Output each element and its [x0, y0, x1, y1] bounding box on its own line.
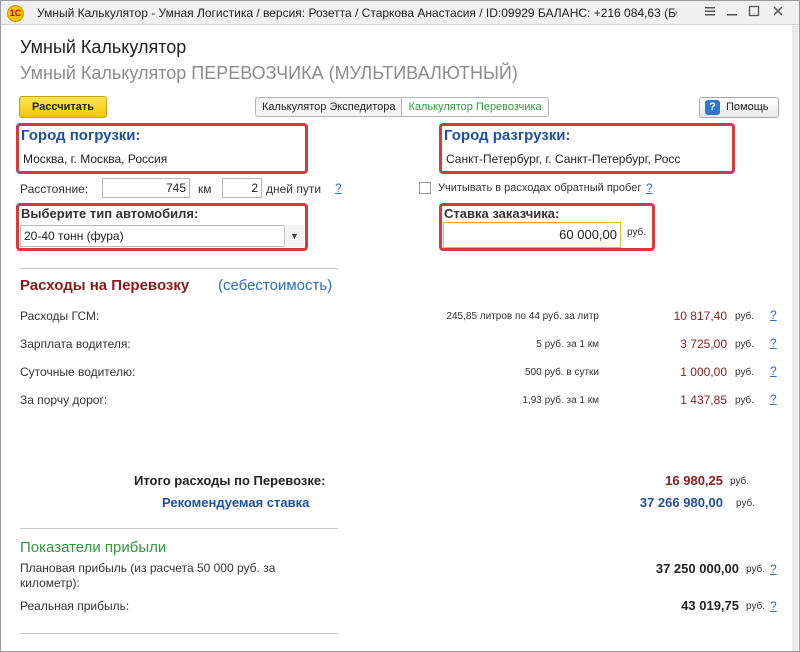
app-window: 1C Умный Калькулятор - Умная Логистика /… [0, 0, 800, 652]
days-input[interactable]: 2 [222, 178, 262, 198]
days-label: дней пути [266, 182, 322, 196]
loading-city-input[interactable]: Москва, г. Москва, Россия [20, 149, 304, 171]
calculator-tabs: Калькулятор Экспедитора Калькулятор Пере… [255, 97, 549, 117]
unloading-city-label: Город разгрузки: [444, 127, 571, 144]
real-profit-unit: руб. [746, 601, 766, 612]
tab-carrier[interactable]: Калькулятор Перевозчика [402, 98, 548, 116]
help-button-label: Помощь [726, 101, 769, 113]
real-profit-label: Реальная прибыль: [20, 599, 130, 613]
help-icon: ? [705, 100, 720, 115]
cost-row-value: 1 000,00 [680, 365, 727, 379]
cost-row-unit: руб. [735, 367, 755, 378]
cost-row-value: 3 725,00 [680, 337, 727, 351]
cost-row-desc: 245,85 литров по 44 руб. за литр [446, 311, 599, 322]
recommended-rate-label: Рекомендуемая ставка [162, 495, 310, 510]
customer-rate-unit: руб. [627, 227, 647, 238]
return-run-checkbox[interactable] [419, 182, 431, 194]
divider [20, 528, 338, 529]
cost-row-help-link[interactable]: ? [770, 336, 777, 350]
real-profit-help-link[interactable]: ? [770, 599, 777, 613]
cost-row-value: 1 437,85 [680, 393, 727, 407]
divider [20, 268, 338, 269]
total-costs-value: 16 980,25 [665, 473, 723, 488]
days-help-link[interactable]: ? [335, 181, 342, 195]
total-costs-label: Итого расходы по Перевозке: [134, 473, 326, 488]
calculate-button[interactable]: Рассчитать [19, 96, 107, 118]
cost-row-unit: руб. [735, 395, 755, 406]
recommended-rate-value: 37 266 980,00 [639, 495, 723, 510]
cost-row-unit: руб. [735, 339, 755, 350]
cost-row-help-link[interactable]: ? [770, 308, 777, 322]
customer-rate-input[interactable]: 60 000,00 [443, 222, 621, 248]
help-button[interactable]: ? Помощь [699, 97, 779, 118]
page-subtitle: Умный Калькулятор ПЕРЕВОЗЧИКА (МУЛЬТИВАЛ… [20, 63, 518, 83]
real-profit-value: 43 019,75 [681, 598, 739, 613]
page-title: Умный Калькулятор [20, 37, 187, 57]
customer-rate-label: Ставка заказчика: [444, 206, 560, 221]
cost-row-unit: руб. [735, 311, 755, 322]
tab-forwarder[interactable]: Калькулятор Экспедитора [256, 98, 403, 116]
vehicle-type-value: 20-40 тонн (фура) [24, 229, 124, 243]
scrollbar[interactable] [792, 26, 798, 651]
1c-logo-icon: 1C [7, 5, 24, 22]
cost-row-help-link[interactable]: ? [770, 392, 777, 406]
chevron-down-icon[interactable]: ▼ [284, 225, 304, 247]
vehicle-type-select[interactable]: 20-40 тонн (фура) [20, 225, 304, 247]
total-costs-unit: руб. [730, 476, 750, 487]
recommended-rate-unit: руб. [736, 498, 756, 509]
title-bar: 1C Умный Калькулятор - Умная Логистика /… [1, 1, 799, 25]
cost-row-value: 10 817,40 [673, 309, 727, 323]
planned-profit-help-link[interactable]: ? [770, 562, 777, 576]
unloading-city-input[interactable]: Санкт-Петербург, г. Санкт-Петербург, Рос… [443, 149, 731, 171]
costs-heading: Расходы на Перевозку [20, 277, 190, 294]
cost-row-label: За порчу дорог: [20, 393, 108, 407]
costs-heading-sub: (себестоимость) [218, 277, 333, 294]
menu-icon[interactable] [701, 4, 719, 22]
cost-row-label: Суточные водителю: [20, 365, 136, 379]
cost-row-help-link[interactable]: ? [770, 364, 777, 378]
cost-row-desc: 1,93 руб. за 1 км [522, 395, 599, 406]
planned-profit-value: 37 250 000,00 [655, 561, 739, 576]
return-run-label: Учитывать в расходах обратный пробег [438, 182, 642, 194]
maximize-icon[interactable] [745, 4, 763, 22]
cost-row-label: Зарплата водителя: [20, 337, 131, 351]
minimize-icon[interactable] [723, 4, 741, 22]
cost-row-desc: 5 руб. за 1 км [536, 339, 599, 350]
close-icon[interactable] [769, 4, 787, 22]
return-run-help-link[interactable]: ? [646, 181, 653, 195]
vehicle-type-label: Выберите тип автомобиля: [21, 206, 199, 221]
distance-input[interactable]: 745 [102, 178, 190, 198]
profit-heading: Показатели прибыли [20, 539, 167, 556]
loading-city-label: Город погрузки: [21, 127, 141, 144]
planned-profit-label: Плановая прибыль (из расчета 50 000 руб.… [20, 561, 276, 590]
cost-row-label: Расходы ГСМ: [20, 309, 100, 323]
distance-label: Расстояние: [20, 182, 89, 196]
cost-row-desc: 500 руб. в сутки [525, 367, 599, 378]
window-title: Умный Калькулятор - Умная Логистика / ве… [37, 6, 677, 20]
planned-profit-unit: руб. [746, 564, 766, 575]
divider [20, 633, 338, 634]
distance-unit: км [198, 182, 212, 196]
